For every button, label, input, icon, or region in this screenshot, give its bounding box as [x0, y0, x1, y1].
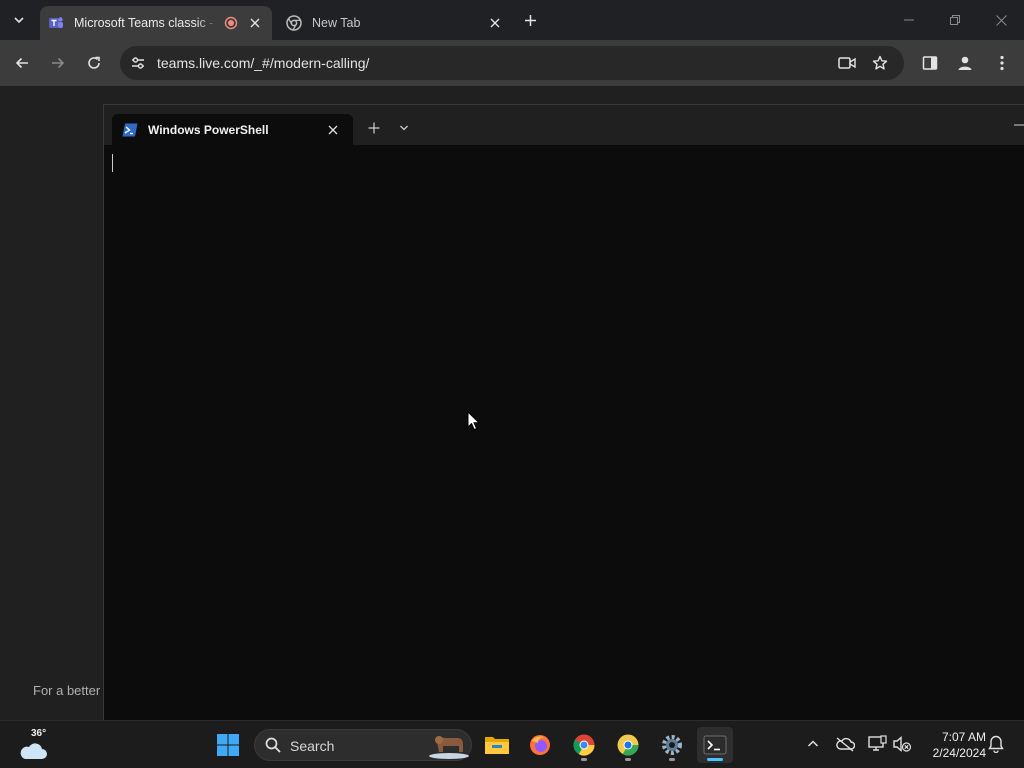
plus-icon [368, 122, 380, 134]
taskbar-firefox[interactable] [522, 727, 558, 763]
restore-window-button[interactable] [932, 0, 978, 40]
close-tab-button[interactable] [246, 14, 264, 32]
taskbar: 36° Search 7:07 AM 2/24/2024 [0, 720, 1024, 768]
terminal-profiles-dropdown[interactable] [396, 120, 412, 136]
chevron-up-icon [807, 740, 819, 747]
side-panel-icon [922, 56, 938, 70]
cloud-offline-icon [836, 737, 855, 752]
chevron-down-icon [400, 125, 408, 131]
close-icon [250, 18, 260, 28]
terminal-new-tab-button[interactable] [366, 120, 382, 136]
taskbar-settings[interactable] [654, 727, 690, 763]
taskbar-file-explorer[interactable] [479, 727, 515, 763]
browser-toolbar: teams.live.com/_#/modern-calling/ [0, 40, 1024, 86]
reload-button[interactable] [80, 49, 108, 77]
running-indicator [581, 758, 587, 761]
side-panel-button[interactable] [916, 49, 944, 77]
tune-icon [132, 57, 144, 69]
browser-menu-button[interactable] [988, 49, 1016, 77]
minimize-icon [904, 19, 914, 21]
browser-tab-teams[interactable]: Microsoft Teams classic - lo [40, 6, 272, 40]
terminal-console[interactable] [104, 145, 1024, 720]
terminal-icon [703, 735, 727, 755]
tray-network[interactable] [866, 733, 888, 755]
taskbar-terminal[interactable] [697, 727, 733, 763]
close-icon [995, 14, 1007, 26]
url-text: teams.live.com/_#/modern-calling/ [157, 55, 370, 71]
arrow-right-icon [52, 57, 65, 69]
star-icon [872, 55, 888, 70]
network-icon [868, 735, 887, 751]
browser-titlebar: Microsoft Teams classic - lo New Tab [0, 0, 1024, 40]
tab-search-button[interactable] [6, 8, 32, 32]
chrome-icon [573, 734, 595, 756]
teams-icon [49, 17, 63, 28]
windows-start-icon [217, 734, 239, 756]
chevron-down-icon [14, 17, 24, 24]
powershell-icon [122, 123, 138, 136]
weather-widget[interactable]: 36° [16, 727, 52, 763]
mouse-pointer-icon [467, 411, 481, 431]
show-hidden-icons-button[interactable] [802, 733, 824, 755]
camera-indicator-button[interactable] [838, 54, 856, 72]
close-icon [328, 125, 338, 134]
browser-tab-new-tab[interactable]: New Tab [280, 6, 512, 40]
minimize-icon [1014, 124, 1024, 126]
taskbar-search-label: Search [290, 738, 335, 754]
terminal-tab-title: Windows PowerShell [148, 122, 269, 137]
terminal-tab[interactable]: Windows PowerShell [112, 114, 353, 145]
arrow-left-icon [15, 57, 28, 69]
recording-icon [224, 16, 238, 30]
cloud-icon [20, 743, 47, 759]
close-tab-button[interactable] [486, 14, 504, 32]
notifications-button[interactable] [985, 733, 1007, 755]
firefox-icon [530, 735, 550, 755]
bell-icon [988, 735, 1004, 753]
new-tab-button[interactable] [518, 8, 542, 32]
taskbar-chrome[interactable] [566, 727, 602, 763]
address-bar[interactable]: teams.live.com/_#/modern-calling/ [120, 46, 904, 80]
plus-icon [524, 14, 536, 26]
taskbar-clock[interactable]: 7:07 AM 2/24/2024 [920, 729, 986, 761]
clock-date: 2/24/2024 [932, 746, 986, 760]
volume-muted-icon [893, 735, 912, 753]
forward-button[interactable] [44, 49, 72, 77]
tray-volume[interactable] [891, 733, 913, 755]
tray-onedrive[interactable] [834, 733, 856, 755]
restore-icon [950, 15, 960, 25]
bookmark-button[interactable] [871, 54, 889, 72]
search-icon [265, 737, 281, 753]
chrome-canary-icon [617, 734, 639, 756]
close-icon [490, 18, 500, 28]
taskbar-chrome-canary[interactable] [610, 727, 646, 763]
terminal-minimize-button[interactable] [1006, 115, 1024, 135]
back-button[interactable] [8, 49, 36, 77]
minimize-window-button[interactable] [886, 0, 932, 40]
video-camera-icon [838, 57, 856, 69]
folder-icon [485, 737, 509, 754]
running-indicator [669, 758, 675, 761]
profile-button[interactable] [951, 49, 979, 77]
weather-temperature: 36° [31, 728, 47, 739]
search-highlight-illustration-icon [429, 736, 469, 759]
terminal-titlebar[interactable]: Windows PowerShell [104, 105, 1024, 145]
taskbar-search-box[interactable]: Search [254, 729, 472, 761]
tab-title: New Tab [312, 16, 361, 30]
person-icon [958, 56, 972, 70]
more-vertical-icon [1000, 55, 1004, 71]
settings-gear-icon [662, 735, 682, 755]
site-info-button[interactable] [129, 54, 147, 72]
chrome-icon [286, 15, 302, 31]
active-indicator [707, 758, 723, 761]
start-button[interactable] [210, 727, 246, 763]
clock-time: 7:07 AM [941, 730, 986, 744]
close-terminal-tab-button[interactable] [325, 122, 341, 138]
page-hint-text: For a better [33, 683, 101, 698]
close-window-button[interactable] [978, 0, 1024, 40]
reload-icon [88, 56, 100, 69]
text-cursor [112, 154, 113, 172]
running-indicator [625, 758, 631, 761]
terminal-window[interactable]: Windows PowerShell [103, 104, 1024, 720]
tab-title: Microsoft Teams classic - lo [74, 16, 218, 30]
